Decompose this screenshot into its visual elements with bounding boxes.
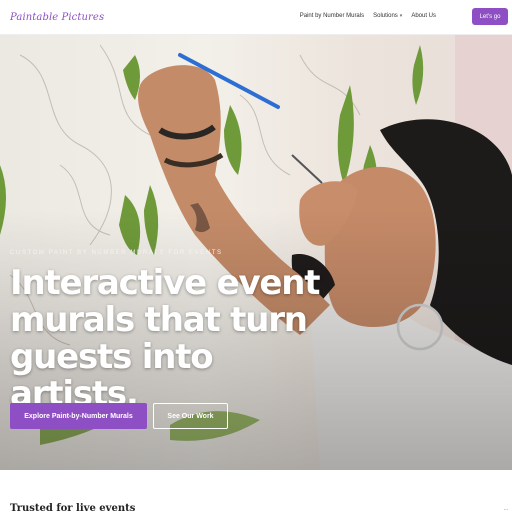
- nav-item-solutions[interactable]: Solutions ▾: [373, 13, 402, 19]
- lets-go-button[interactable]: Let's go: [472, 8, 508, 25]
- section-title: Trusted for live events: [10, 503, 136, 512]
- see-our-work-button[interactable]: See Our Work: [153, 403, 228, 429]
- nav-item-paint-by-number[interactable]: Paint by Number Murals: [300, 13, 364, 19]
- nav-links: Paint by Number Murals Solutions ▾ About …: [300, 13, 436, 19]
- section-note: ...: [503, 506, 508, 512]
- brand-logo[interactable]: Paintable Pictures: [10, 12, 104, 23]
- chevron-down-icon: ▾: [399, 13, 403, 19]
- nav-item-solutions-label: Solutions: [373, 13, 398, 19]
- nav-item-about[interactable]: About Us: [411, 13, 436, 19]
- top-nav: Paintable Pictures Paint by Number Mural…: [0, 0, 512, 35]
- explore-murals-button[interactable]: Explore Paint-by-Number Murals: [10, 403, 147, 429]
- hero-section: Custom paint by number murals for events…: [0, 35, 512, 470]
- hero-headline: Interactive event murals that turn guest…: [10, 263, 321, 414]
- hero-eyebrow: Custom paint by number murals for events: [10, 250, 223, 256]
